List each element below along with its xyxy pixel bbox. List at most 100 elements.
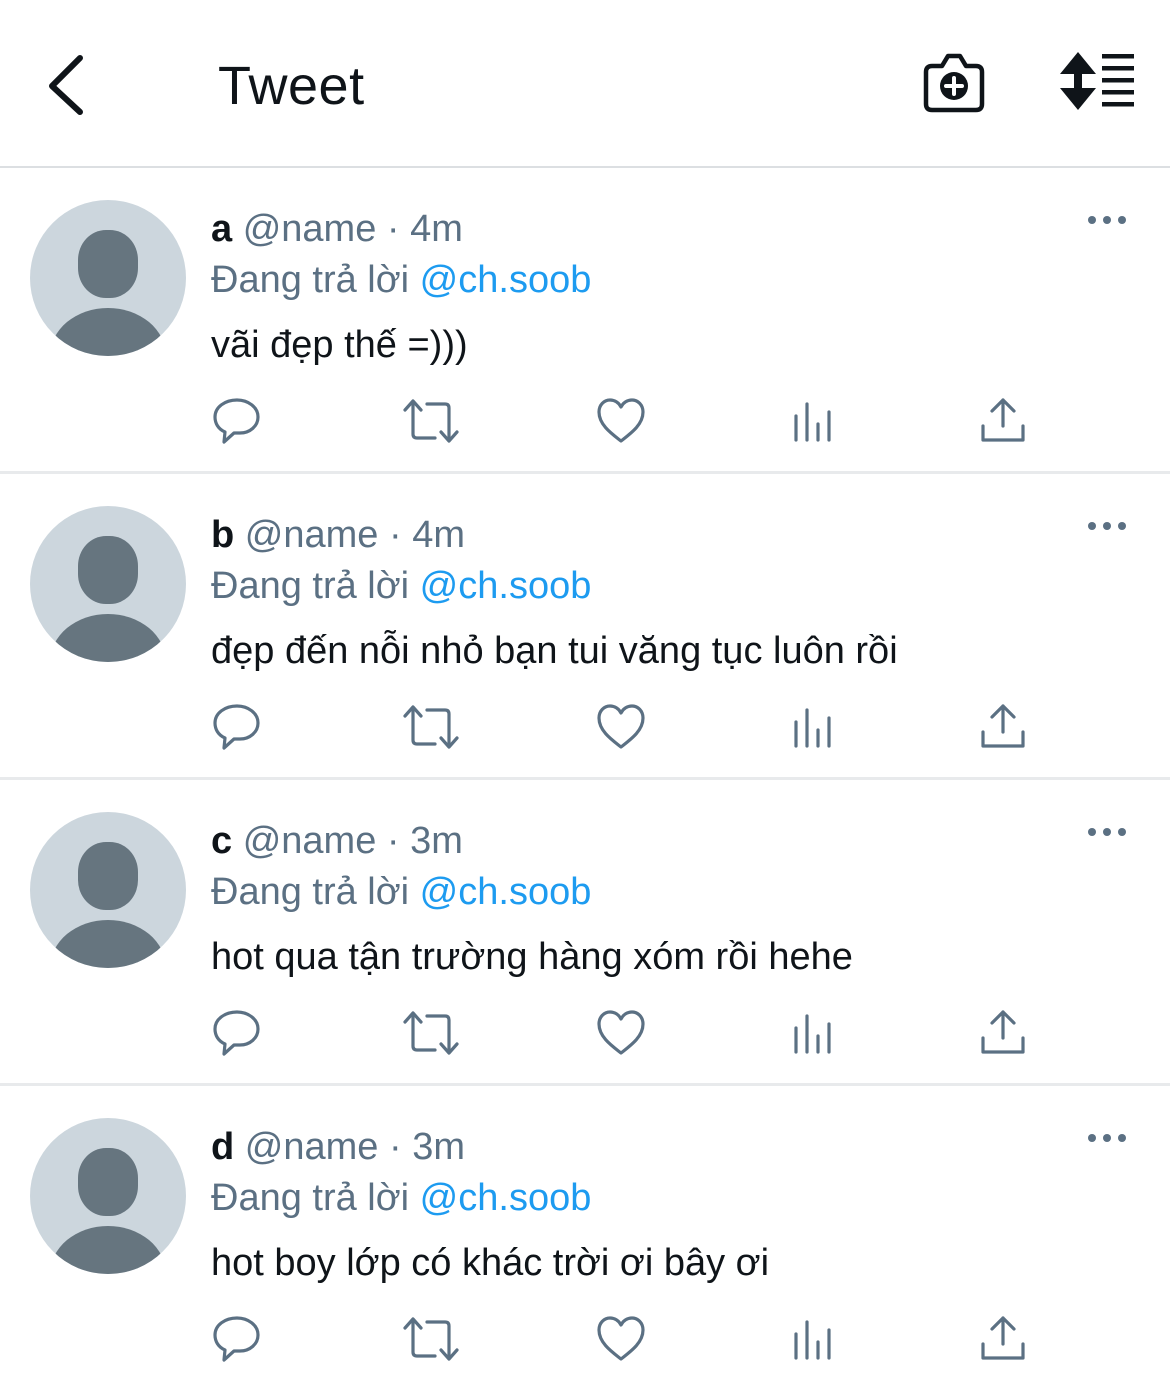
camera-button[interactable] (920, 50, 988, 116)
reply-button[interactable] (212, 396, 262, 446)
avatar[interactable] (30, 812, 186, 968)
retweet-button[interactable] (403, 1314, 459, 1364)
retweet-button[interactable] (403, 702, 459, 752)
more-dots-icon (1088, 216, 1126, 224)
like-icon (597, 1316, 645, 1361)
author-handle[interactable]: @name (243, 820, 377, 862)
reply-icon (213, 704, 260, 750)
avatar[interactable] (30, 200, 186, 356)
retweet-button[interactable] (403, 1008, 459, 1058)
share-icon (981, 704, 1025, 748)
retweet-icon (403, 399, 459, 443)
reply-icon (213, 398, 260, 444)
share-button[interactable] (978, 396, 1028, 446)
avatar[interactable] (30, 506, 186, 662)
share-icon (981, 1010, 1025, 1054)
reply-icon (213, 1010, 260, 1056)
reply-prefix: Đang trả lời (211, 1177, 410, 1219)
more-options-button[interactable] (1084, 1126, 1130, 1150)
separator-dot: · (388, 514, 402, 556)
retweet-icon (403, 705, 459, 749)
timestamp[interactable]: 3m (412, 1126, 465, 1168)
top-bar: Tweet (0, 0, 1170, 168)
like-button[interactable] (596, 1314, 646, 1364)
share-button[interactable] (978, 1314, 1028, 1364)
analytics-icon (794, 1320, 831, 1360)
mention-link[interactable]: @ch.soob (420, 1177, 592, 1219)
tweet-actions (0, 1008, 1170, 1058)
tweet-header: b @name · 4m (211, 512, 465, 558)
default-avatar-icon (50, 536, 166, 662)
retweet-icon (403, 1317, 459, 1361)
reply-button[interactable] (212, 1008, 262, 1058)
sort-list-icon (1060, 52, 1134, 110)
timestamp[interactable]: 3m (410, 820, 463, 862)
reply-button[interactable] (212, 1314, 262, 1364)
like-icon (597, 1010, 645, 1055)
author-name[interactable]: c (211, 820, 232, 862)
analytics-button[interactable] (788, 1008, 838, 1058)
author-handle[interactable]: @name (245, 514, 379, 556)
more-options-button[interactable] (1084, 820, 1130, 844)
author-name[interactable]: b (211, 514, 234, 556)
analytics-button[interactable] (788, 702, 838, 752)
tweet-header: d @name · 3m (211, 1124, 465, 1170)
reply-prefix: Đang trả lời (211, 259, 410, 301)
timestamp[interactable]: 4m (412, 514, 465, 556)
author-handle[interactable]: @name (245, 1126, 379, 1168)
tweet-item[interactable]: a @name · 4m Đang trả lời @ch.soob vãi đ… (0, 168, 1170, 474)
like-icon (597, 398, 645, 443)
author-name[interactable]: d (211, 1126, 234, 1168)
tweet-text: vãi đẹp thế =))) (211, 324, 468, 366)
share-button[interactable] (978, 1008, 1028, 1058)
replying-to: Đang trả lời @ch.soob (211, 869, 591, 915)
tweet-item[interactable]: b @name · 4m Đang trả lời @ch.soob đẹp đ… (0, 474, 1170, 780)
more-dots-icon (1088, 1134, 1126, 1142)
separator-dot: · (386, 820, 400, 862)
like-icon (597, 704, 645, 749)
reply-prefix: Đang trả lời (211, 871, 410, 913)
retweet-icon (403, 1011, 459, 1055)
tweet-text: hot boy lớp có khác trời ơi bây ơi (211, 1242, 770, 1284)
mention-link[interactable]: @ch.soob (420, 259, 592, 301)
default-avatar-icon (50, 230, 166, 356)
more-options-button[interactable] (1084, 208, 1130, 232)
more-options-button[interactable] (1084, 514, 1130, 538)
tweet-actions (0, 702, 1170, 752)
like-button[interactable] (596, 1008, 646, 1058)
back-button[interactable] (42, 50, 92, 120)
separator-dot: · (388, 1126, 402, 1168)
analytics-icon (794, 1014, 831, 1054)
timestamp[interactable]: 4m (410, 208, 463, 250)
separator-dot: · (386, 208, 400, 250)
like-button[interactable] (596, 702, 646, 752)
default-avatar-icon (50, 1148, 166, 1274)
author-name[interactable]: a (211, 208, 232, 250)
tweet-item[interactable]: c @name · 3m Đang trả lời @ch.soob hot q… (0, 780, 1170, 1086)
avatar[interactable] (30, 1118, 186, 1274)
retweet-button[interactable] (403, 396, 459, 446)
analytics-icon (794, 708, 831, 748)
tweet-header: a @name · 4m (211, 206, 463, 252)
reply-icon (213, 1316, 260, 1362)
default-avatar-icon (50, 842, 166, 968)
replying-to: Đang trả lời @ch.soob (211, 257, 591, 303)
tweet-item[interactable]: d @name · 3m Đang trả lời @ch.soob hot b… (0, 1086, 1170, 1392)
page-title: Tweet (218, 56, 365, 116)
reply-button[interactable] (212, 702, 262, 752)
tweet-header: c @name · 3m (211, 818, 463, 864)
replying-to: Đang trả lời @ch.soob (211, 563, 591, 609)
like-button[interactable] (596, 396, 646, 446)
share-icon (981, 398, 1025, 442)
author-handle[interactable]: @name (243, 208, 377, 250)
sort-replies-button[interactable] (1058, 52, 1138, 114)
share-button[interactable] (978, 702, 1028, 752)
mention-link[interactable]: @ch.soob (420, 871, 592, 913)
analytics-button[interactable] (788, 396, 838, 446)
analytics-button[interactable] (788, 1314, 838, 1364)
analytics-icon (794, 402, 831, 442)
replies-feed: a @name · 4m Đang trả lời @ch.soob vãi đ… (0, 168, 1170, 1392)
replying-to: Đang trả lời @ch.soob (211, 1175, 591, 1221)
mention-link[interactable]: @ch.soob (420, 565, 592, 607)
tweet-text: hot qua tận trường hàng xóm rồi hehe (211, 936, 853, 978)
